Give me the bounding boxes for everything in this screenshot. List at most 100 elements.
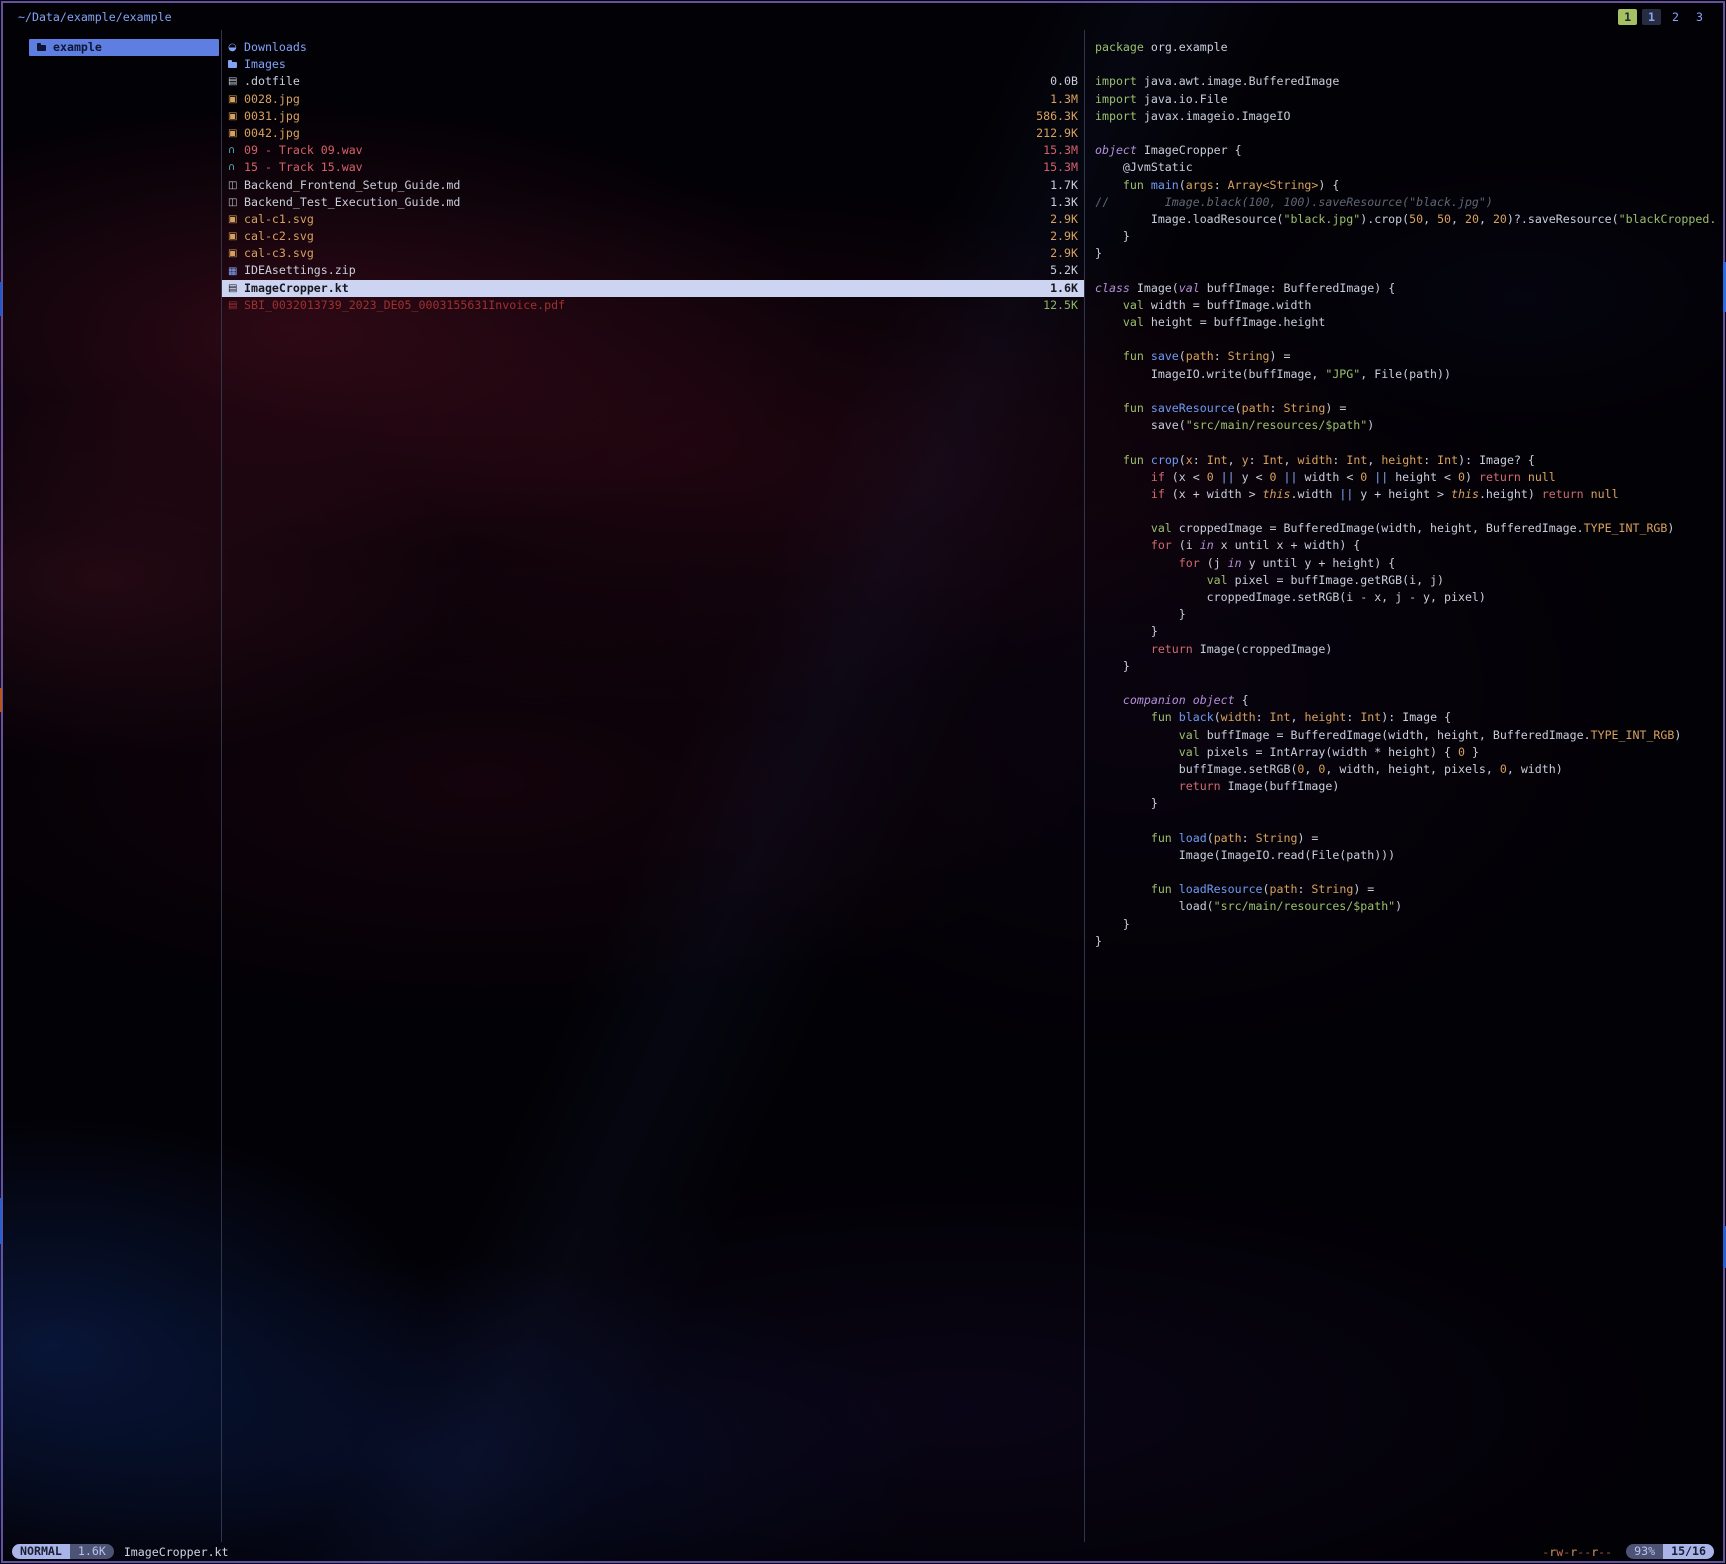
code-line: if (x + width > this.width || y + height… bbox=[1095, 486, 1717, 503]
code-line: ImageIO.write(buffImage, "JPG", File(pat… bbox=[1095, 366, 1717, 383]
file-size: 212.9K bbox=[1036, 125, 1078, 142]
file-size: 15.3M bbox=[1043, 159, 1078, 176]
file-icon: ▤ bbox=[228, 282, 241, 295]
position-pill: 93% 15/16 bbox=[1626, 1544, 1714, 1559]
file-name: cal-c2.svg bbox=[244, 228, 314, 245]
file-name: 0028.jpg bbox=[244, 91, 300, 108]
tab-list: 1123 bbox=[1618, 9, 1709, 25]
code-line: // Image.black(100, 100).saveResource("b… bbox=[1095, 194, 1717, 211]
file-row[interactable]: Images bbox=[222, 56, 1084, 73]
markdown-icon: ◫ bbox=[228, 196, 241, 209]
file-name: SBI_0032013739_2023_DE05_0003155631Invoi… bbox=[244, 297, 565, 314]
file-row[interactable]: ▦IDEAsettings.zip5.2K bbox=[222, 262, 1084, 279]
wallpaper-bleed bbox=[0, 688, 2, 712]
cursor-position-badge: 15/16 bbox=[1663, 1544, 1714, 1559]
file-row[interactable]: ▣cal-c3.svg2.9K bbox=[222, 245, 1084, 262]
file-row[interactable]: ∩15 - Track 15.wav 15.3M bbox=[222, 159, 1084, 176]
code-line: return Image(croppedImage) bbox=[1095, 641, 1717, 658]
code-line bbox=[1095, 56, 1717, 73]
file-size: 1.3M bbox=[1050, 91, 1078, 108]
file-row[interactable]: ▤SBI_0032013739_2023_DE05_0003155631Invo… bbox=[222, 297, 1084, 314]
file-size: 2.9K bbox=[1050, 228, 1078, 245]
file-name: 0042.jpg bbox=[244, 125, 300, 142]
tab-1[interactable]: 1 bbox=[1642, 9, 1661, 25]
code-line: import java.io.File bbox=[1095, 91, 1717, 108]
file-row[interactable]: ▣0028.jpg 1.3M bbox=[222, 91, 1084, 108]
file-name: Images bbox=[244, 56, 286, 73]
terminal-window: ~/Data/example/example 1123 example ◒Dow… bbox=[1, 1, 1725, 1563]
code-line bbox=[1095, 383, 1717, 400]
file-row[interactable]: ▣cal-c2.svg2.9K bbox=[222, 228, 1084, 245]
file-name: .dotfile bbox=[244, 73, 300, 90]
folder-icon bbox=[37, 41, 50, 54]
zip-icon: ▦ bbox=[228, 265, 241, 278]
code-line: fun saveResource(path: String) = bbox=[1095, 400, 1717, 417]
current-path: ~/Data/example/example bbox=[18, 10, 172, 24]
code-line: val width = buffImage.width bbox=[1095, 297, 1717, 314]
code-line: import javax.imageio.ImageIO bbox=[1095, 108, 1717, 125]
tab-2[interactable]: 2 bbox=[1666, 9, 1685, 25]
parent-dir-item[interactable]: example bbox=[29, 39, 219, 56]
code-line: } bbox=[1095, 795, 1717, 812]
file-row[interactable]: ▤ImageCropper.kt1.6K bbox=[222, 280, 1084, 297]
code-line: return Image(buffImage) bbox=[1095, 778, 1717, 795]
file-row[interactable]: ▣0031.jpg586.3K bbox=[222, 108, 1084, 125]
preview-pane[interactable]: package org.example import java.awt.imag… bbox=[1085, 30, 1723, 1542]
code-line: } bbox=[1095, 245, 1717, 262]
audio-icon: ∩ bbox=[228, 161, 241, 174]
code-line: class Image(val buffImage: BufferedImage… bbox=[1095, 280, 1717, 297]
file-size: 1.7K bbox=[1050, 177, 1078, 194]
parent-pane[interactable]: example bbox=[3, 30, 221, 1542]
code-line: for (j in y until y + height) { bbox=[1095, 555, 1717, 572]
wallpaper-bleed bbox=[0, 282, 2, 316]
file-name: Downloads bbox=[244, 39, 307, 56]
file-size: 2.9K bbox=[1050, 211, 1078, 228]
file-size: 15.3M bbox=[1043, 142, 1078, 159]
scroll-percent-badge: 93% bbox=[1626, 1544, 1663, 1559]
image-icon: ▣ bbox=[228, 93, 241, 106]
code-line: fun save(path: String) = bbox=[1095, 348, 1717, 365]
wallpaper-bleed bbox=[0, 1198, 2, 1244]
code-line: val pixels = IntArray(width * height) { … bbox=[1095, 744, 1717, 761]
markdown-icon: ◫ bbox=[228, 179, 241, 192]
code-line: } bbox=[1095, 228, 1717, 245]
file-list-pane[interactable]: ◒DownloadsImages▤.dotfile0.0B▣0028.jpg1.… bbox=[222, 30, 1084, 1542]
code-line: val height = buffImage.height bbox=[1095, 314, 1717, 331]
code-line: load("src/main/resources/$path") bbox=[1095, 898, 1717, 915]
file-row[interactable]: ▣0042.jpg212.9K bbox=[222, 125, 1084, 142]
file-row[interactable]: ▣cal-c1.svg 2.9K bbox=[222, 211, 1084, 228]
code-line: } bbox=[1095, 606, 1717, 623]
file-row[interactable]: ▤.dotfile0.0B bbox=[222, 73, 1084, 90]
code-line: } bbox=[1095, 916, 1717, 933]
file-row[interactable]: ◫Backend_Frontend_Setup_Guide.md1.7K bbox=[222, 177, 1084, 194]
code-line: fun crop(x: Int, y: Int, width: Int, hei… bbox=[1095, 452, 1717, 469]
file-size: 586.3K bbox=[1036, 108, 1078, 125]
code-line: fun black(width: Int, height: Int): Imag… bbox=[1095, 709, 1717, 726]
code-line: val buffImage = BufferedImage(width, hei… bbox=[1095, 727, 1717, 744]
file-name: ImageCropper.kt bbox=[244, 280, 349, 297]
code-line: val pixel = buffImage.getRGB(i, j) bbox=[1095, 572, 1717, 589]
parent-dir-label: example bbox=[53, 39, 102, 56]
file-row[interactable]: ∩09 - Track 09.wav15.3M bbox=[222, 142, 1084, 159]
code-line bbox=[1095, 262, 1717, 279]
file-name: 15 - Track 15.wav bbox=[244, 159, 363, 176]
code-line: fun loadResource(path: String) = bbox=[1095, 881, 1717, 898]
code-line: } bbox=[1095, 658, 1717, 675]
file-size: 12.5K bbox=[1043, 297, 1078, 314]
status-bar: NORMAL 1.6K ImageCropper.kt -rw-r--r-- 9… bbox=[3, 1542, 1723, 1561]
file-row[interactable]: ◫Backend_Test_Execution_Guide.md1.3K bbox=[222, 194, 1084, 211]
code-line: fun main(args: Array<String>) { bbox=[1095, 177, 1717, 194]
code-line: fun load(path: String) = bbox=[1095, 830, 1717, 847]
code-line: Image.loadResource("black.jpg").crop(50,… bbox=[1095, 211, 1717, 228]
tab-1[interactable]: 1 bbox=[1618, 9, 1637, 25]
code-line: save("src/main/resources/$path") bbox=[1095, 417, 1717, 434]
code-line bbox=[1095, 812, 1717, 829]
file-name: 0031.jpg bbox=[244, 108, 300, 125]
header-bar: ~/Data/example/example 1123 bbox=[3, 3, 1723, 30]
file-name: cal-c1.svg bbox=[244, 211, 314, 228]
image-icon: ▣ bbox=[228, 213, 241, 226]
file-size: 5.2K bbox=[1050, 262, 1078, 279]
file-row[interactable]: ◒Downloads bbox=[222, 39, 1084, 56]
tab-3[interactable]: 3 bbox=[1690, 9, 1709, 25]
code-line: @JvmStatic bbox=[1095, 159, 1717, 176]
